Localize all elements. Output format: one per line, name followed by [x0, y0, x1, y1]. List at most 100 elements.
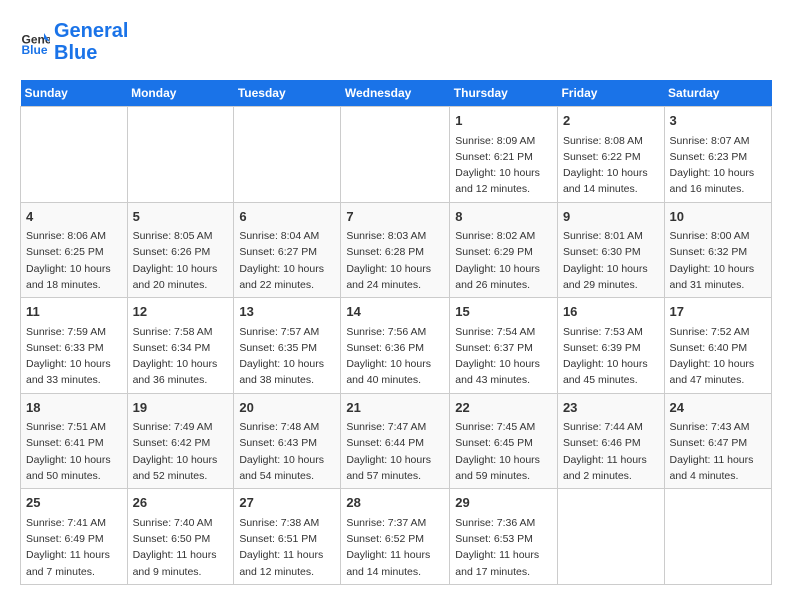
day-info: Sunrise: 8:05 AM Sunset: 6:26 PM Dayligh…	[133, 228, 229, 293]
calendar-cell: 21Sunrise: 7:47 AM Sunset: 6:44 PM Dayli…	[341, 393, 450, 489]
day-info: Sunrise: 8:08 AM Sunset: 6:22 PM Dayligh…	[563, 133, 659, 198]
calendar-cell: 14Sunrise: 7:56 AM Sunset: 6:36 PM Dayli…	[341, 298, 450, 394]
day-info: Sunrise: 7:59 AM Sunset: 6:33 PM Dayligh…	[26, 324, 122, 389]
day-info: Sunrise: 7:36 AM Sunset: 6:53 PM Dayligh…	[455, 515, 552, 580]
day-number: 16	[563, 302, 659, 322]
day-number: 4	[26, 207, 122, 227]
day-number: 2	[563, 111, 659, 131]
day-number: 3	[670, 111, 766, 131]
day-info: Sunrise: 7:57 AM Sunset: 6:35 PM Dayligh…	[239, 324, 335, 389]
day-info: Sunrise: 7:38 AM Sunset: 6:51 PM Dayligh…	[239, 515, 335, 580]
calendar-cell: 16Sunrise: 7:53 AM Sunset: 6:39 PM Dayli…	[557, 298, 664, 394]
calendar-cell: 19Sunrise: 7:49 AM Sunset: 6:42 PM Dayli…	[127, 393, 234, 489]
day-number: 25	[26, 493, 122, 513]
day-info: Sunrise: 8:02 AM Sunset: 6:29 PM Dayligh…	[455, 228, 552, 293]
calendar-week-row: 11Sunrise: 7:59 AM Sunset: 6:33 PM Dayli…	[21, 298, 772, 394]
day-info: Sunrise: 7:51 AM Sunset: 6:41 PM Dayligh…	[26, 419, 122, 484]
day-of-week-header: Saturday	[664, 80, 771, 107]
calendar-cell: 6Sunrise: 8:04 AM Sunset: 6:27 PM Daylig…	[234, 202, 341, 298]
calendar-cell	[557, 489, 664, 585]
day-number: 26	[133, 493, 229, 513]
day-number: 14	[346, 302, 444, 322]
day-info: Sunrise: 7:53 AM Sunset: 6:39 PM Dayligh…	[563, 324, 659, 389]
day-info: Sunrise: 7:45 AM Sunset: 6:45 PM Dayligh…	[455, 419, 552, 484]
calendar-table: SundayMondayTuesdayWednesdayThursdayFrid…	[20, 80, 772, 585]
calendar-cell: 17Sunrise: 7:52 AM Sunset: 6:40 PM Dayli…	[664, 298, 771, 394]
calendar-cell: 20Sunrise: 7:48 AM Sunset: 6:43 PM Dayli…	[234, 393, 341, 489]
day-info: Sunrise: 7:44 AM Sunset: 6:46 PM Dayligh…	[563, 419, 659, 484]
calendar-cell: 8Sunrise: 8:02 AM Sunset: 6:29 PM Daylig…	[450, 202, 558, 298]
day-info: Sunrise: 7:56 AM Sunset: 6:36 PM Dayligh…	[346, 324, 444, 389]
calendar-header-row: SundayMondayTuesdayWednesdayThursdayFrid…	[21, 80, 772, 107]
day-of-week-header: Monday	[127, 80, 234, 107]
day-info: Sunrise: 8:07 AM Sunset: 6:23 PM Dayligh…	[670, 133, 766, 198]
calendar-cell: 15Sunrise: 7:54 AM Sunset: 6:37 PM Dayli…	[450, 298, 558, 394]
day-info: Sunrise: 7:47 AM Sunset: 6:44 PM Dayligh…	[346, 419, 444, 484]
day-info: Sunrise: 7:58 AM Sunset: 6:34 PM Dayligh…	[133, 324, 229, 389]
day-info: Sunrise: 7:49 AM Sunset: 6:42 PM Dayligh…	[133, 419, 229, 484]
day-number: 22	[455, 398, 552, 418]
day-number: 24	[670, 398, 766, 418]
calendar-body: 1Sunrise: 8:09 AM Sunset: 6:21 PM Daylig…	[21, 107, 772, 585]
calendar-cell: 2Sunrise: 8:08 AM Sunset: 6:22 PM Daylig…	[557, 107, 664, 203]
calendar-cell	[234, 107, 341, 203]
page-header: General Blue GeneralBlue	[20, 20, 772, 64]
calendar-cell: 10Sunrise: 8:00 AM Sunset: 6:32 PM Dayli…	[664, 202, 771, 298]
logo-text: GeneralBlue	[54, 20, 128, 64]
day-info: Sunrise: 7:48 AM Sunset: 6:43 PM Dayligh…	[239, 419, 335, 484]
day-info: Sunrise: 8:09 AM Sunset: 6:21 PM Dayligh…	[455, 133, 552, 198]
day-info: Sunrise: 7:52 AM Sunset: 6:40 PM Dayligh…	[670, 324, 766, 389]
calendar-cell: 25Sunrise: 7:41 AM Sunset: 6:49 PM Dayli…	[21, 489, 128, 585]
day-number: 15	[455, 302, 552, 322]
calendar-cell: 4Sunrise: 8:06 AM Sunset: 6:25 PM Daylig…	[21, 202, 128, 298]
calendar-cell: 12Sunrise: 7:58 AM Sunset: 6:34 PM Dayli…	[127, 298, 234, 394]
day-number: 10	[670, 207, 766, 227]
svg-text:Blue: Blue	[22, 43, 48, 57]
day-info: Sunrise: 8:04 AM Sunset: 6:27 PM Dayligh…	[239, 228, 335, 293]
day-number: 1	[455, 111, 552, 131]
day-number: 17	[670, 302, 766, 322]
calendar-cell: 29Sunrise: 7:36 AM Sunset: 6:53 PM Dayli…	[450, 489, 558, 585]
day-number: 23	[563, 398, 659, 418]
day-of-week-header: Sunday	[21, 80, 128, 107]
day-number: 21	[346, 398, 444, 418]
day-number: 29	[455, 493, 552, 513]
calendar-cell: 3Sunrise: 8:07 AM Sunset: 6:23 PM Daylig…	[664, 107, 771, 203]
calendar-cell	[341, 107, 450, 203]
day-number: 19	[133, 398, 229, 418]
day-number: 18	[26, 398, 122, 418]
day-number: 12	[133, 302, 229, 322]
day-info: Sunrise: 7:37 AM Sunset: 6:52 PM Dayligh…	[346, 515, 444, 580]
calendar-week-row: 18Sunrise: 7:51 AM Sunset: 6:41 PM Dayli…	[21, 393, 772, 489]
calendar-cell	[664, 489, 771, 585]
calendar-week-row: 4Sunrise: 8:06 AM Sunset: 6:25 PM Daylig…	[21, 202, 772, 298]
day-info: Sunrise: 7:40 AM Sunset: 6:50 PM Dayligh…	[133, 515, 229, 580]
day-of-week-header: Tuesday	[234, 80, 341, 107]
day-number: 11	[26, 302, 122, 322]
calendar-cell	[21, 107, 128, 203]
day-number: 6	[239, 207, 335, 227]
day-of-week-header: Friday	[557, 80, 664, 107]
day-number: 20	[239, 398, 335, 418]
day-number: 5	[133, 207, 229, 227]
calendar-week-row: 1Sunrise: 8:09 AM Sunset: 6:21 PM Daylig…	[21, 107, 772, 203]
calendar-cell: 27Sunrise: 7:38 AM Sunset: 6:51 PM Dayli…	[234, 489, 341, 585]
calendar-cell: 23Sunrise: 7:44 AM Sunset: 6:46 PM Dayli…	[557, 393, 664, 489]
calendar-cell: 13Sunrise: 7:57 AM Sunset: 6:35 PM Dayli…	[234, 298, 341, 394]
calendar-cell: 26Sunrise: 7:40 AM Sunset: 6:50 PM Dayli…	[127, 489, 234, 585]
day-number: 13	[239, 302, 335, 322]
calendar-cell: 1Sunrise: 8:09 AM Sunset: 6:21 PM Daylig…	[450, 107, 558, 203]
calendar-week-row: 25Sunrise: 7:41 AM Sunset: 6:49 PM Dayli…	[21, 489, 772, 585]
calendar-cell: 9Sunrise: 8:01 AM Sunset: 6:30 PM Daylig…	[557, 202, 664, 298]
calendar-cell: 5Sunrise: 8:05 AM Sunset: 6:26 PM Daylig…	[127, 202, 234, 298]
day-number: 9	[563, 207, 659, 227]
logo: General Blue GeneralBlue	[20, 20, 128, 64]
logo-icon: General Blue	[20, 27, 50, 57]
calendar-cell: 18Sunrise: 7:51 AM Sunset: 6:41 PM Dayli…	[21, 393, 128, 489]
day-info: Sunrise: 7:41 AM Sunset: 6:49 PM Dayligh…	[26, 515, 122, 580]
day-info: Sunrise: 8:03 AM Sunset: 6:28 PM Dayligh…	[346, 228, 444, 293]
calendar-cell: 24Sunrise: 7:43 AM Sunset: 6:47 PM Dayli…	[664, 393, 771, 489]
calendar-cell: 7Sunrise: 8:03 AM Sunset: 6:28 PM Daylig…	[341, 202, 450, 298]
day-info: Sunrise: 8:00 AM Sunset: 6:32 PM Dayligh…	[670, 228, 766, 293]
day-info: Sunrise: 7:54 AM Sunset: 6:37 PM Dayligh…	[455, 324, 552, 389]
